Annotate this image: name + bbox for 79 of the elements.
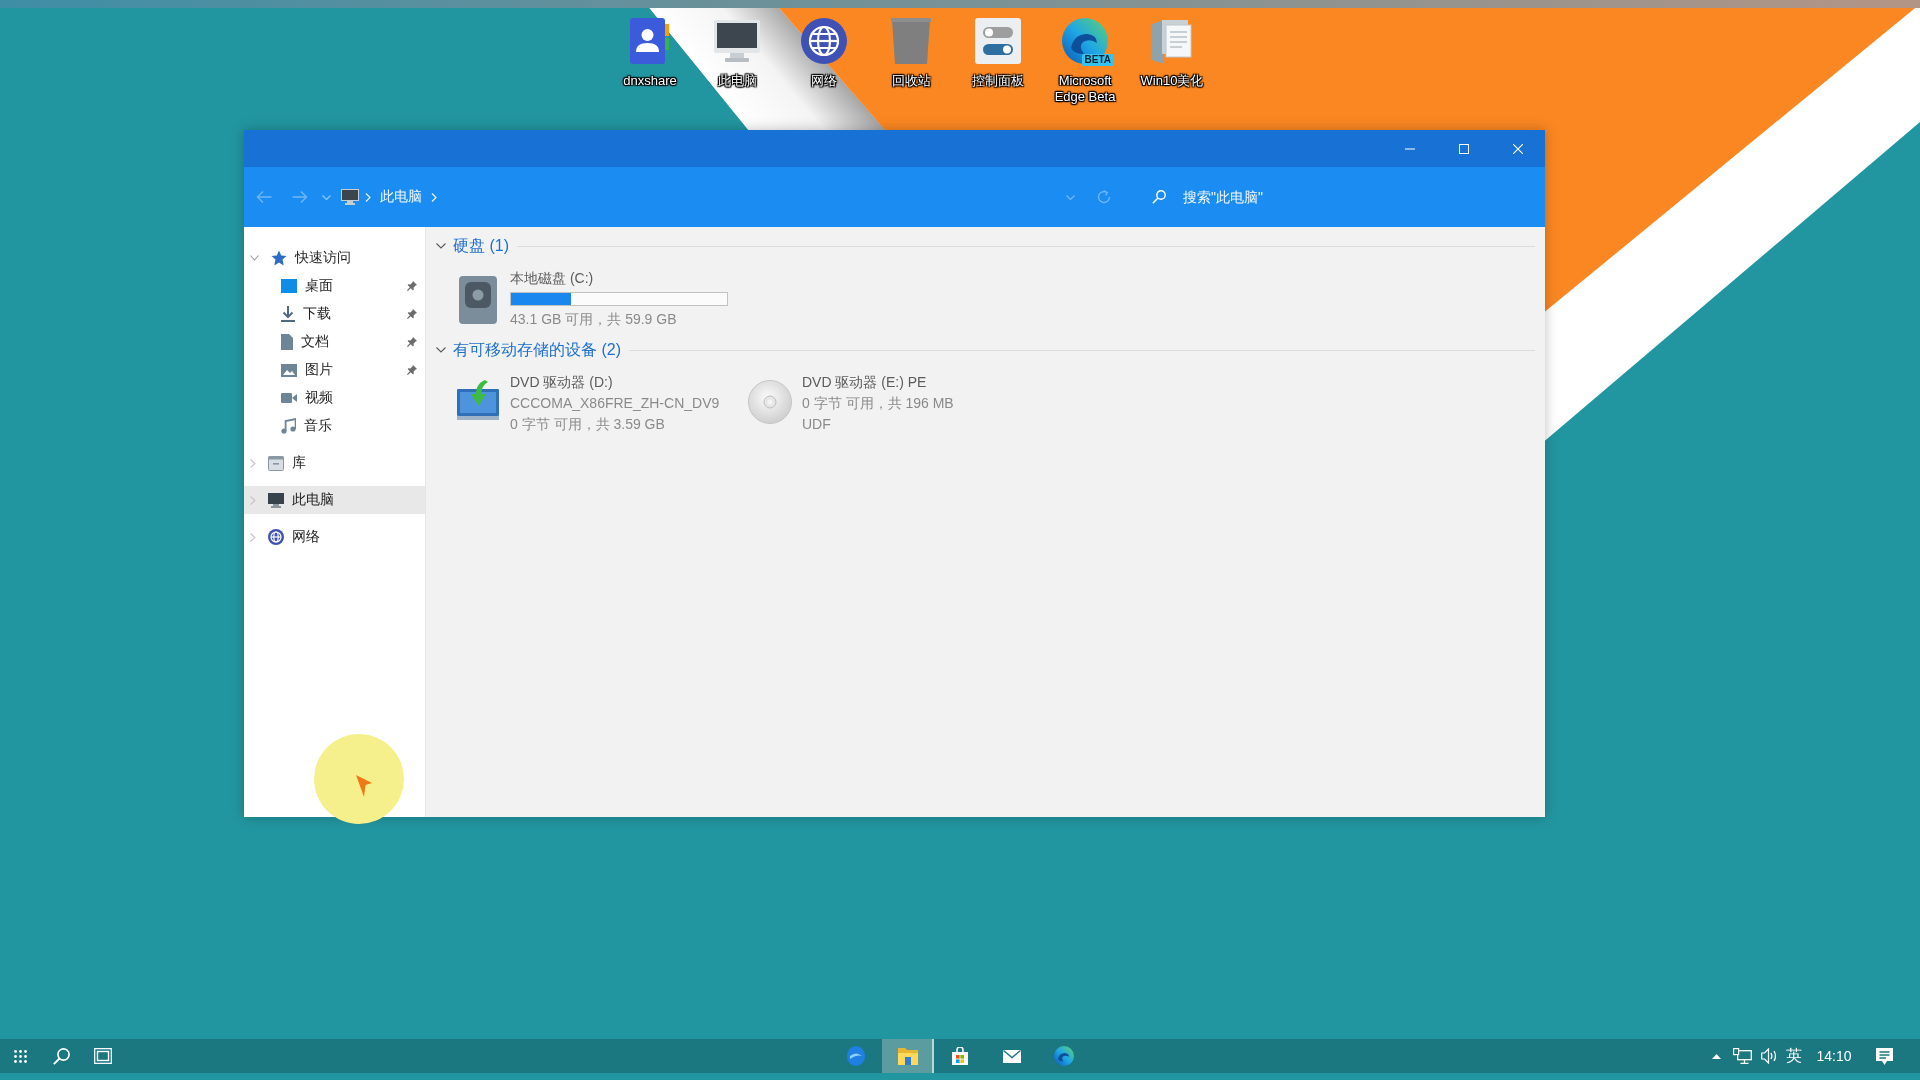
picture-icon	[281, 363, 297, 377]
navigation-item[interactable]: 桌面	[244, 272, 425, 300]
search-field[interactable]: 搜索"此电脑"	[1183, 184, 1527, 210]
chevron-up-icon	[1711, 1053, 1721, 1059]
task-view-icon	[93, 1048, 112, 1064]
navigation-item[interactable]: 视频	[244, 384, 425, 412]
navigation-item[interactable]: 此电脑	[244, 486, 425, 514]
desktop-icon	[281, 279, 297, 293]
monitor-icon	[341, 189, 359, 205]
drive-name[interactable]: 本地磁盘 (C:)	[510, 268, 594, 289]
star-icon	[271, 250, 287, 266]
drive-detail: 43.1 GB 可用，共 59.9 GB	[510, 310, 677, 329]
navigation-item[interactable]: 网络	[244, 523, 425, 551]
shopping-bag-icon	[952, 1047, 968, 1065]
globe-icon	[268, 529, 284, 545]
trash-bin-icon	[891, 18, 931, 64]
swirl-icon	[847, 1046, 865, 1066]
arrow-left-icon	[256, 190, 272, 204]
monitor-icon	[268, 492, 284, 508]
breadcrumb-item[interactable]: 此电脑	[377, 184, 425, 210]
desktop-shortcut[interactable]: dnxshare	[610, 14, 690, 105]
navigation-item[interactable]: 库	[244, 449, 425, 477]
chevron-right-icon[interactable]	[250, 458, 256, 468]
arrow-right-icon	[292, 190, 308, 204]
hard-drive-icon[interactable]	[459, 276, 497, 324]
group-header[interactable]: 硬盘 (1)	[436, 236, 509, 256]
contact-card-icon	[630, 18, 670, 64]
input-method-indicator[interactable]: 英	[1782, 1039, 1806, 1073]
globe-icon	[801, 18, 847, 64]
document-icon	[281, 334, 293, 350]
clock[interactable]: 14:10	[1806, 1039, 1862, 1073]
desktop-shortcut[interactable]: BETA Microsoft Edge Beta	[1045, 14, 1125, 105]
library-icon	[268, 455, 284, 471]
music-note-icon	[281, 418, 296, 434]
video-camera-icon	[281, 393, 297, 403]
navigation-item[interactable]: 图片	[244, 356, 425, 384]
drive-detail: UDF	[802, 415, 831, 434]
pin-icon[interactable]	[407, 281, 417, 291]
chevron-right-icon[interactable]	[250, 532, 256, 542]
cursor-icon	[356, 775, 372, 797]
swirl-icon	[1054, 1046, 1074, 1066]
drive-detail: 0 字节 可用，共 3.59 GB	[510, 415, 665, 434]
drive-detail: 0 字节 可用，共 196 MB	[802, 394, 954, 413]
navigation-item[interactable]: 文档	[244, 328, 425, 356]
app-grid-icon	[14, 1049, 27, 1063]
drive-detail: CCCOMA_X86FRE_ZH-CN_DV9	[510, 394, 720, 413]
navigation-item[interactable]: 下载	[244, 300, 425, 328]
navigation-item[interactable]: 音乐	[244, 412, 425, 440]
icon-badge: BETA	[1081, 54, 1114, 66]
setup-screen-icon[interactable]	[457, 380, 499, 420]
close-icon	[1513, 143, 1523, 154]
chevron-right-icon[interactable]	[250, 495, 256, 505]
notification-icon	[1875, 1047, 1893, 1065]
pin-icon[interactable]	[407, 365, 417, 375]
maximize-icon	[1459, 143, 1469, 154]
envelope-icon	[1003, 1049, 1021, 1063]
minimize-icon	[1405, 147, 1415, 150]
drive-name[interactable]: DVD 驱动器 (D:)	[510, 372, 613, 393]
pin-icon[interactable]	[407, 309, 417, 319]
refresh-icon	[1097, 190, 1111, 204]
speaker-icon	[1760, 1048, 1778, 1064]
drive-name[interactable]: DVD 驱动器 (E:) PE	[802, 372, 927, 393]
search-icon	[53, 1047, 70, 1065]
toggle-switches-icon	[975, 18, 1021, 64]
group-header[interactable]: 有可移动存储的设备 (2)	[436, 340, 621, 360]
caret-icon	[321, 194, 331, 200]
pin-icon[interactable]	[407, 337, 417, 347]
monitor-icon	[714, 20, 760, 62]
download-icon	[281, 306, 295, 322]
disc-icon[interactable]	[748, 380, 792, 424]
folder-icon	[898, 1047, 918, 1065]
caret-icon	[1065, 194, 1075, 200]
chevron-down-icon[interactable]	[250, 255, 259, 261]
search-icon	[1152, 190, 1166, 204]
network-monitor-icon	[1732, 1048, 1752, 1064]
navigation-item[interactable]: 快速访问	[244, 244, 425, 272]
desktop-shortcut[interactable]: 此电脑	[697, 14, 777, 105]
taskbar-app-button[interactable]	[882, 1039, 934, 1073]
documents-icon	[1152, 18, 1192, 64]
